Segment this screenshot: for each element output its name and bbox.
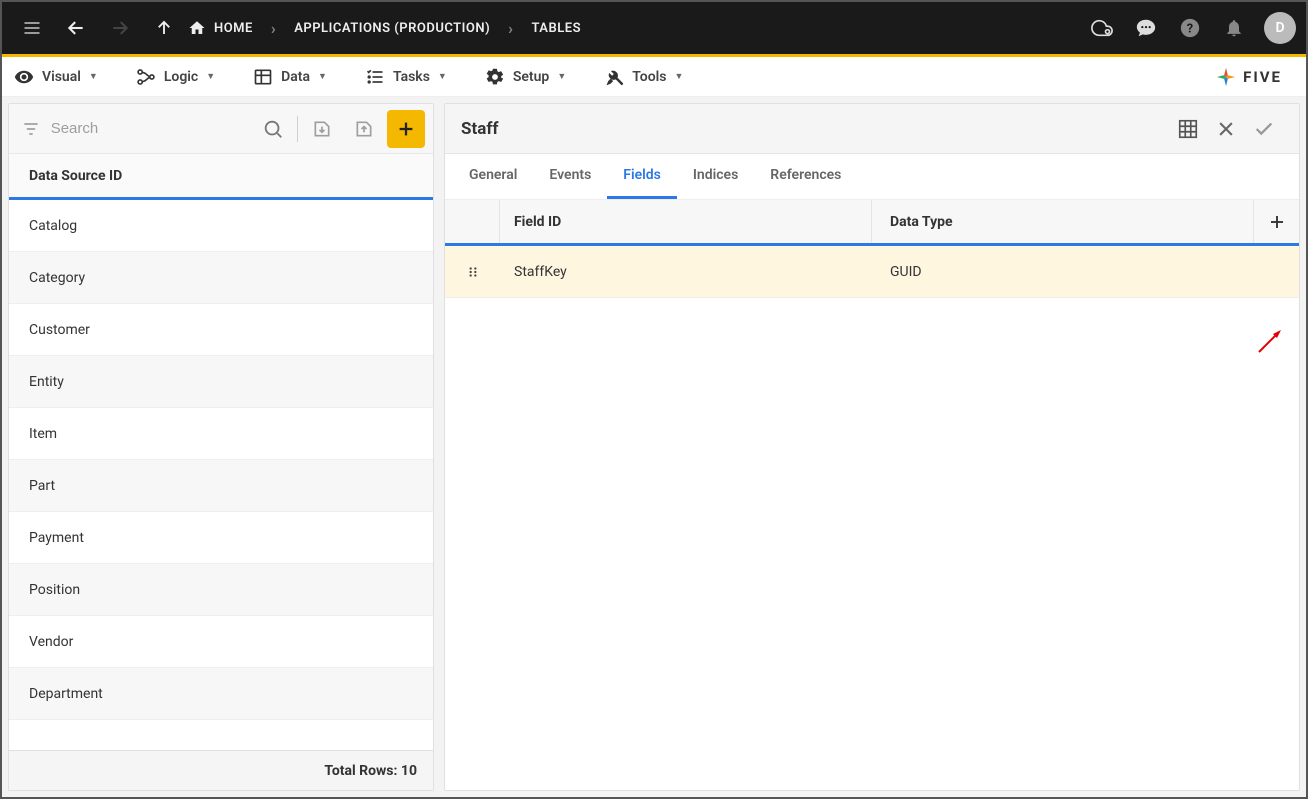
annotation-arrow bbox=[1255, 328, 1285, 354]
export-icon[interactable] bbox=[346, 111, 382, 147]
breadcrumb: HOME › APPLICATIONS (PRODUCTION) › TABLE… bbox=[188, 19, 581, 38]
list-item[interactable]: Vendor bbox=[9, 616, 433, 668]
back-icon[interactable] bbox=[56, 8, 96, 48]
menu-tools[interactable]: Tools▼ bbox=[604, 67, 683, 87]
import-icon[interactable] bbox=[304, 111, 340, 147]
help-icon[interactable]: ? bbox=[1170, 8, 1210, 48]
menu-data[interactable]: Data▼ bbox=[253, 67, 327, 87]
hamburger-icon[interactable] bbox=[12, 8, 52, 48]
page-title: Staff bbox=[461, 119, 499, 139]
cloud-icon[interactable] bbox=[1082, 8, 1122, 48]
cell-field-id: StaffKey bbox=[500, 246, 872, 297]
breadcrumb-tables[interactable]: TABLES bbox=[531, 21, 581, 36]
menu-tasks[interactable]: Tasks▼ bbox=[365, 67, 447, 87]
divider bbox=[297, 116, 298, 142]
list-item[interactable]: Department bbox=[9, 668, 433, 720]
close-icon[interactable] bbox=[1207, 110, 1245, 148]
breadcrumb-home[interactable]: HOME bbox=[214, 21, 253, 36]
svg-text:?: ? bbox=[1187, 22, 1193, 37]
avatar[interactable]: D bbox=[1264, 12, 1296, 44]
add-field-button[interactable] bbox=[1253, 200, 1299, 243]
tab-general[interactable]: General bbox=[453, 154, 533, 199]
list-body: CatalogCategoryCustomerEntityItemPartPay… bbox=[9, 200, 433, 750]
chat-icon[interactable] bbox=[1126, 8, 1166, 48]
total-rows-label: Total Rows: 10 bbox=[324, 763, 417, 779]
list-item[interactable]: Customer bbox=[9, 304, 433, 356]
list-item[interactable]: Entity bbox=[9, 356, 433, 408]
brand-logo: FIVE bbox=[1215, 66, 1294, 88]
field-header: Field ID Data Type bbox=[445, 200, 1299, 246]
add-button[interactable] bbox=[387, 110, 425, 148]
detail-header: Staff bbox=[445, 104, 1299, 154]
tab-fields[interactable]: Fields bbox=[607, 154, 677, 199]
search-input[interactable] bbox=[51, 120, 250, 137]
menu-setup[interactable]: Setup▼ bbox=[485, 67, 566, 87]
list-item[interactable]: Category bbox=[9, 252, 433, 304]
breadcrumb-applications[interactable]: APPLICATIONS (PRODUCTION) bbox=[294, 21, 490, 36]
left-panel: Data Source ID CatalogCategoryCustomerEn… bbox=[8, 103, 434, 791]
drag-handle-icon[interactable] bbox=[445, 246, 500, 297]
list-footer: Total Rows: 10 bbox=[9, 750, 433, 790]
tab-indices[interactable]: Indices bbox=[677, 154, 754, 199]
list-item[interactable]: Catalog bbox=[9, 200, 433, 252]
search-row bbox=[9, 104, 433, 154]
list-item[interactable]: Item bbox=[9, 408, 433, 460]
grid-icon[interactable] bbox=[1169, 110, 1207, 148]
filter-icon[interactable] bbox=[17, 119, 45, 139]
list-item[interactable]: Position bbox=[9, 564, 433, 616]
cell-data-type: GUID bbox=[872, 246, 1299, 297]
list-header-label: Data Source ID bbox=[29, 168, 122, 184]
tab-events[interactable]: Events bbox=[533, 154, 607, 199]
check-icon[interactable] bbox=[1245, 110, 1283, 148]
menu-logic[interactable]: Logic▼ bbox=[136, 67, 215, 87]
content-area: Data Source ID CatalogCategoryCustomerEn… bbox=[2, 97, 1306, 797]
chevron-right-icon: › bbox=[500, 19, 521, 38]
column-field-id: Field ID bbox=[500, 200, 872, 243]
right-panel: Staff GeneralEventsFieldsIndicesReferenc… bbox=[444, 103, 1300, 791]
list-header: Data Source ID bbox=[9, 154, 433, 200]
table-row[interactable]: StaffKeyGUID bbox=[445, 246, 1299, 298]
list-item[interactable]: Payment bbox=[9, 512, 433, 564]
chevron-right-icon: › bbox=[263, 19, 284, 38]
tab-row: GeneralEventsFieldsIndicesReferences bbox=[445, 154, 1299, 200]
column-data-type: Data Type bbox=[872, 200, 1253, 243]
search-icon[interactable] bbox=[256, 111, 292, 147]
bell-icon[interactable] bbox=[1214, 8, 1254, 48]
top-app-bar: HOME › APPLICATIONS (PRODUCTION) › TABLE… bbox=[2, 2, 1306, 54]
menu-visual[interactable]: Visual▼ bbox=[14, 67, 98, 87]
field-rows: StaffKeyGUID bbox=[445, 246, 1299, 298]
tab-references[interactable]: References bbox=[754, 154, 857, 199]
forward-icon bbox=[100, 8, 140, 48]
list-item[interactable]: Part bbox=[9, 460, 433, 512]
up-icon[interactable] bbox=[144, 8, 184, 48]
home-icon[interactable]: HOME bbox=[188, 19, 253, 37]
menu-bar: Visual▼ Logic▼ Data▼ Tasks▼ Setup▼ Tools… bbox=[2, 57, 1306, 97]
